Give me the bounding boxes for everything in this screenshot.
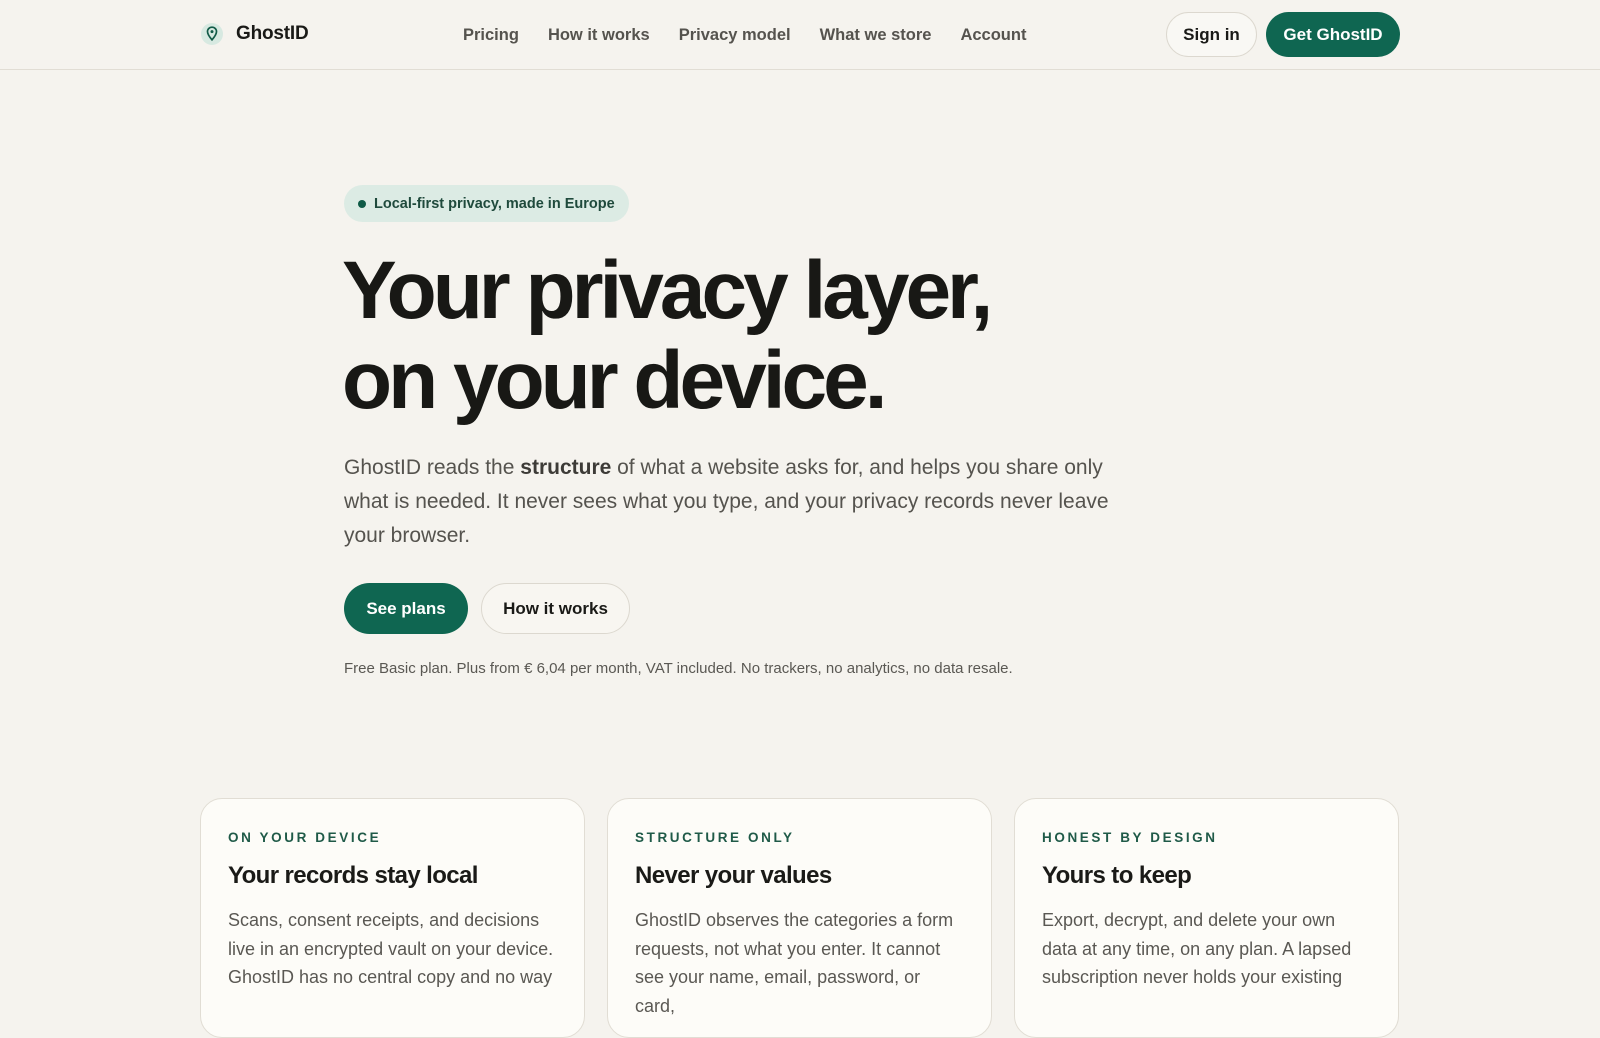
nav-link-privacy-model[interactable]: Privacy model bbox=[679, 26, 791, 45]
card-body: Scans, consent receipts, and decisions l… bbox=[228, 910, 554, 987]
headline-line-2: on your device. bbox=[342, 335, 888, 426]
badge-dot-icon bbox=[358, 199, 366, 208]
brand-name: GhostID bbox=[236, 23, 309, 44]
top-navigation-bar: GhostID Pricing How it works Privacy mod… bbox=[0, 0, 1600, 70]
card-title: Yours to keep bbox=[1042, 862, 1192, 889]
lede-emphasis: structure bbox=[520, 456, 612, 479]
nav-link-account[interactable]: Account bbox=[960, 26, 1026, 45]
feature-card-structure-only: STRUCTURE ONLY Never your values GhostID… bbox=[607, 798, 992, 1038]
card-eyebrow: ON YOUR DEVICE bbox=[228, 830, 382, 845]
hero-description: GhostID reads the structure of what a we… bbox=[344, 451, 1134, 553]
nav-link-what-we-store[interactable]: What we store bbox=[820, 26, 932, 45]
sign-in-button[interactable]: Sign in bbox=[1166, 12, 1257, 57]
how-it-works-button[interactable]: How it works bbox=[481, 583, 630, 634]
badge-label: Local-first privacy, made in Europe bbox=[374, 195, 615, 212]
main-nav: Pricing How it works Privacy model What … bbox=[463, 22, 1026, 48]
ghost-location-pin-icon bbox=[201, 23, 223, 45]
see-plans-button[interactable]: See plans bbox=[344, 583, 468, 634]
feature-card-on-your-device: ON YOUR DEVICE Your records stay local S… bbox=[200, 798, 585, 1038]
nav-link-how-it-works[interactable]: How it works bbox=[548, 26, 650, 45]
card-body: GhostID observes the categories a form r… bbox=[635, 910, 954, 1016]
nav-link-pricing[interactable]: Pricing bbox=[463, 26, 519, 45]
hero-badge: Local-first privacy, made in Europe bbox=[344, 185, 629, 222]
card-eyebrow: HONEST BY DESIGN bbox=[1042, 830, 1218, 845]
card-eyebrow: STRUCTURE ONLY bbox=[635, 830, 795, 845]
headline-line-1: Your privacy layer, bbox=[342, 245, 993, 336]
card-title: Your records stay local bbox=[228, 862, 478, 889]
hero-headline: Your privacy layer, on your device. bbox=[342, 246, 1242, 426]
lede-text-start: GhostID reads the bbox=[344, 456, 521, 479]
card-title: Never your values bbox=[635, 862, 832, 889]
brand-logo-link[interactable]: GhostID bbox=[200, 18, 309, 50]
pricing-fineprint: Free Basic plan. Plus from € 6,04 per mo… bbox=[344, 660, 1013, 677]
card-body: Export, decrypt, and delete your own dat… bbox=[1042, 910, 1352, 987]
feature-card-honest-by-design: HONEST BY DESIGN Yours to keep Export, d… bbox=[1014, 798, 1399, 1038]
get-ghostid-button[interactable]: Get GhostID bbox=[1266, 12, 1400, 57]
